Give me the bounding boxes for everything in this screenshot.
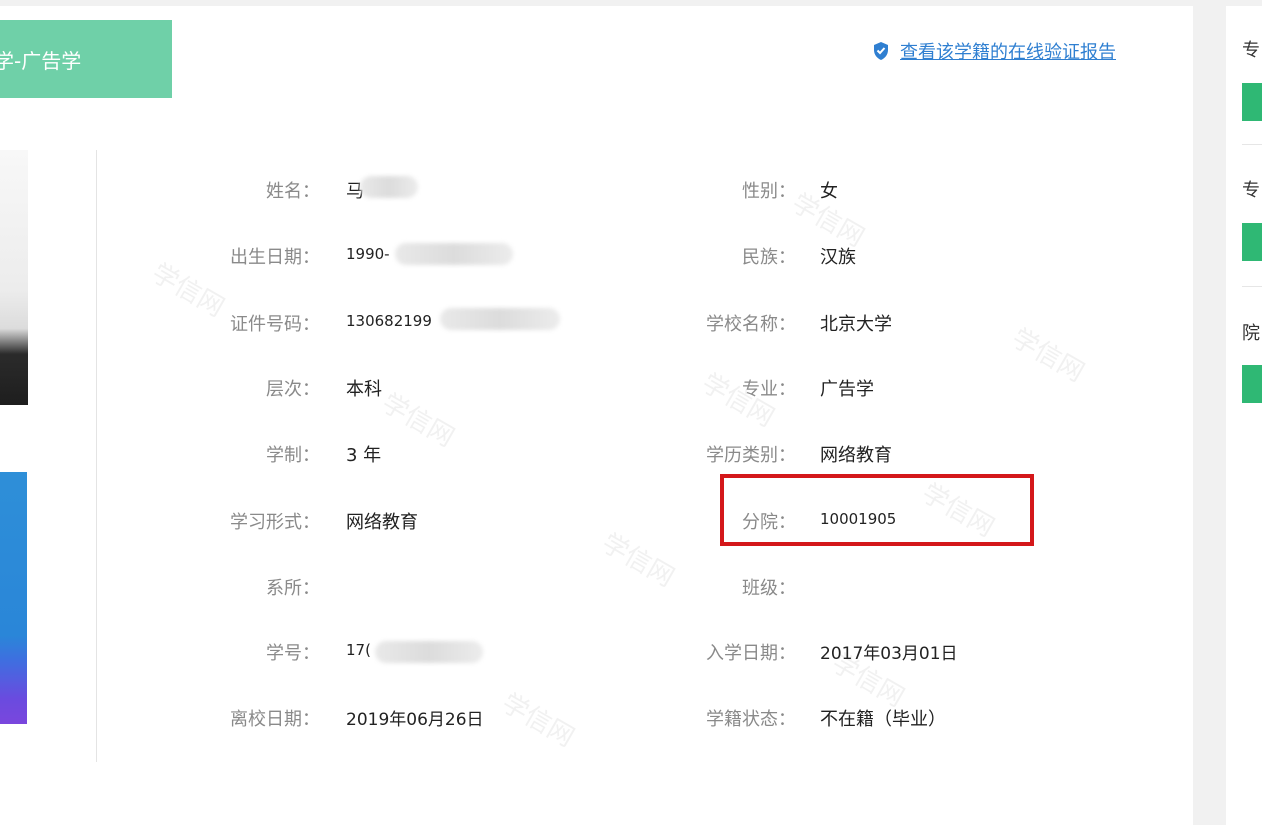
study-form-value: 网络教育 bbox=[346, 512, 418, 533]
side-label: 专 bbox=[1242, 40, 1260, 61]
education-type-value: 网络教育 bbox=[820, 445, 892, 466]
student-photo bbox=[0, 150, 28, 405]
id-number-value: 130682199 bbox=[346, 312, 432, 330]
side-button[interactable] bbox=[1242, 83, 1262, 121]
major-tag-label: 学-广告学 bbox=[0, 48, 82, 73]
major-tag: 学-广告学 bbox=[0, 20, 172, 98]
highlight-box bbox=[720, 474, 1034, 546]
status-value: 不在籍（毕业） bbox=[820, 709, 946, 730]
shield-check-icon bbox=[874, 42, 888, 60]
education-type-label: 学历类别： bbox=[706, 445, 796, 466]
status-label: 学籍状态： bbox=[706, 709, 796, 730]
student-number-label: 学号： bbox=[266, 643, 320, 664]
major-label: 专业： bbox=[742, 379, 796, 400]
redaction bbox=[375, 641, 483, 663]
gender-value: 女 bbox=[820, 181, 838, 202]
redaction bbox=[360, 176, 418, 198]
level-label: 层次： bbox=[266, 379, 320, 400]
department-label: 系所： bbox=[266, 578, 320, 599]
duration-label: 学制： bbox=[266, 445, 320, 466]
gender-label: 性别： bbox=[742, 181, 796, 202]
study-form-label: 学习形式： bbox=[230, 512, 320, 533]
ethnicity-value: 汉族 bbox=[820, 247, 856, 268]
enroll-date-label: 入学日期： bbox=[706, 643, 796, 664]
ethnicity-label: 民族： bbox=[742, 247, 796, 268]
side-button[interactable] bbox=[1242, 365, 1262, 403]
student-record-card bbox=[0, 6, 1193, 825]
divider bbox=[1242, 144, 1262, 145]
leave-date-value: 2019年06月26日 bbox=[346, 710, 484, 730]
divider bbox=[1242, 286, 1262, 287]
verify-report-link[interactable]: 查看该学籍的在线验证报告 bbox=[872, 38, 1116, 64]
class-label: 班级： bbox=[742, 578, 796, 599]
school-name-label: 学校名称： bbox=[706, 314, 796, 335]
side-button[interactable] bbox=[1242, 223, 1262, 261]
name-label: 姓名： bbox=[266, 181, 320, 202]
school-name-value: 北京大学 bbox=[820, 314, 892, 335]
duration-value: 3 年 bbox=[346, 445, 382, 466]
side-panel: 专 专 院 bbox=[1226, 6, 1262, 825]
birth-date-label: 出生日期： bbox=[230, 247, 320, 268]
student-number-value: 17( bbox=[346, 641, 371, 659]
verify-report-link-text[interactable]: 查看该学籍的在线验证报告 bbox=[900, 38, 1116, 64]
redaction bbox=[440, 308, 560, 330]
side-label: 专 bbox=[1242, 180, 1260, 201]
level-value: 本科 bbox=[346, 379, 382, 400]
divider bbox=[96, 150, 97, 762]
major-value: 广告学 bbox=[820, 379, 874, 400]
id-photo bbox=[0, 472, 27, 724]
redaction bbox=[395, 243, 513, 265]
id-number-label: 证件号码： bbox=[230, 314, 320, 335]
side-label: 院 bbox=[1242, 323, 1260, 344]
enroll-date-value: 2017年03月01日 bbox=[820, 644, 958, 664]
leave-date-label: 离校日期： bbox=[230, 709, 320, 730]
birth-date-value: 1990- bbox=[346, 245, 390, 263]
